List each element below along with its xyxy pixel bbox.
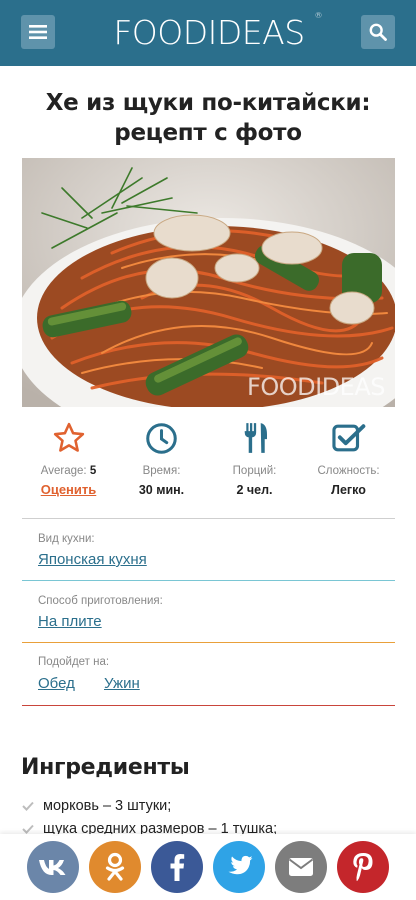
- rating-label: Average:: [40, 465, 87, 477]
- share-email-button[interactable]: [275, 841, 327, 893]
- suits-separator: [22, 705, 395, 706]
- check-icon: [22, 824, 34, 834]
- site-header: FOODIDEAS ®: [0, 0, 416, 66]
- site-logo[interactable]: FOODIDEAS ®: [100, 11, 322, 53]
- clock-icon: [146, 422, 177, 454]
- share-twitter-button[interactable]: [213, 841, 265, 893]
- cuisine-separator: [22, 580, 395, 581]
- vk-icon: [39, 860, 66, 875]
- suits-link-lunch[interactable]: Обед: [38, 675, 75, 692]
- check-icon: [22, 801, 34, 811]
- portions-label: Порций:: [232, 465, 277, 477]
- stat-difficulty: Сложность: Легко: [302, 420, 395, 498]
- method-separator: [22, 642, 395, 643]
- search-icon: [369, 23, 387, 41]
- share-bar: [0, 834, 416, 900]
- photo-watermark: FOODIDEAS: [247, 373, 385, 401]
- ingredients-heading: Ингредиенты: [21, 755, 190, 780]
- cutlery-icon: [244, 423, 267, 453]
- ingredient-item: морковь – 3 штуки;: [22, 798, 171, 814]
- facebook-icon: [170, 854, 185, 881]
- checkbox-icon: [331, 424, 365, 452]
- share-facebook-button[interactable]: [151, 841, 203, 893]
- share-vk-button[interactable]: [27, 841, 79, 893]
- menu-button[interactable]: [21, 15, 55, 49]
- recipe-stats: Average: 5 Оценить Время: 30 мин. Порций…: [22, 420, 395, 500]
- odnoklassniki-icon: [105, 852, 125, 881]
- difficulty-label: Сложность:: [317, 465, 380, 477]
- stat-time: Время: 30 мин.: [115, 420, 208, 498]
- method-label: Способ приготовления:: [38, 595, 163, 607]
- divider: [22, 518, 395, 519]
- cuisine-label: Вид кухни:: [38, 533, 95, 545]
- recipe-photo: FOODIDEAS: [22, 158, 395, 407]
- difficulty-value: Легко: [331, 483, 366, 497]
- stat-rating: Average: 5 Оценить: [22, 420, 115, 497]
- email-icon: [288, 858, 314, 876]
- star-icon: [53, 422, 84, 452]
- recipe-title: Хе из щуки по-китайски: рецепт с фото: [45, 90, 371, 146]
- rating-line: Average: 5: [22, 464, 115, 478]
- share-odnoklassniki-button[interactable]: [89, 841, 141, 893]
- stat-portions: Порций: 2 чел.: [208, 420, 301, 498]
- rate-link[interactable]: Оценить: [22, 482, 115, 497]
- pinterest-icon: [353, 853, 373, 881]
- share-pinterest-button[interactable]: [337, 841, 389, 893]
- hamburger-icon: [29, 25, 47, 39]
- time-label: Время:: [142, 465, 181, 477]
- search-button[interactable]: [361, 15, 395, 49]
- cuisine-link-japanese[interactable]: Японская кухня: [38, 551, 147, 568]
- time-value: 30 мин.: [138, 483, 185, 497]
- portions-value: 2 чел.: [236, 483, 273, 497]
- logo-text: FOODIDEAS: [113, 12, 305, 52]
- suits-link-dinner[interactable]: Ужин: [104, 675, 140, 692]
- rating-value: 5: [89, 465, 97, 477]
- method-link-stovetop[interactable]: На плите: [38, 613, 102, 630]
- twitter-icon: [228, 855, 253, 875]
- suits-label: Подойдет на:: [38, 656, 110, 668]
- ingredient-text: морковь – 3 штуки;: [43, 798, 172, 814]
- registered-mark: ®: [314, 11, 323, 20]
